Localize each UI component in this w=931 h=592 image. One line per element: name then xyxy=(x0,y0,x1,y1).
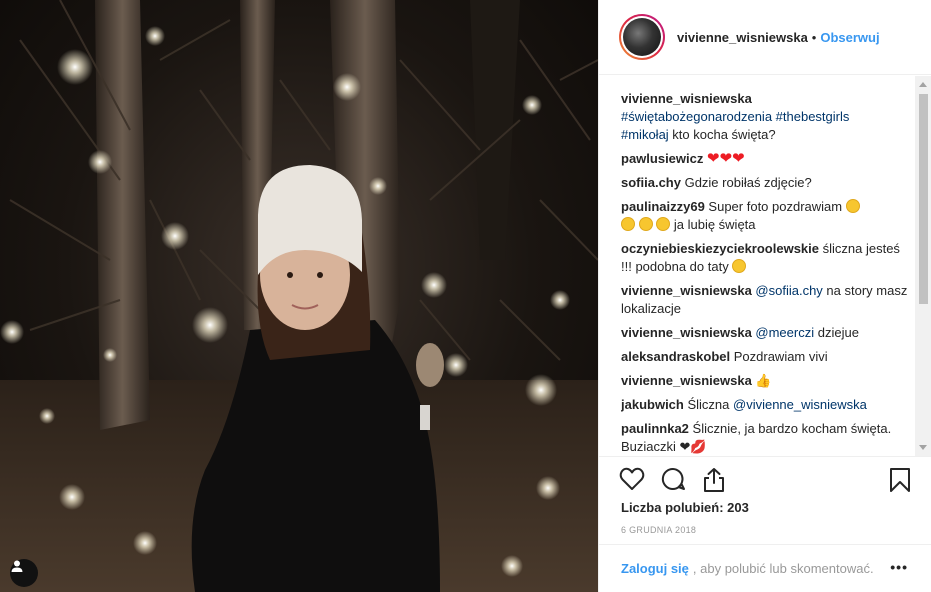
list-item: vivienne_wisniewska 👍 xyxy=(621,372,913,390)
list-item: aleksandraskobel Pozdrawiam vivi xyxy=(621,348,913,366)
bookmark-icon[interactable] xyxy=(889,467,911,493)
story-ring[interactable] xyxy=(619,14,665,60)
comment-text: Super foto pozdrawiam xyxy=(704,199,846,214)
list-item: sofiia.chy Gdzie robiłaś zdjęcie? xyxy=(621,174,913,192)
heart-emoji: ❤❤❤ xyxy=(707,150,745,167)
scroll-up-icon[interactable] xyxy=(919,82,927,87)
comment-text: Gdzie robiłaś zdjęcie? xyxy=(680,175,812,190)
comment-text: Śliczna xyxy=(683,397,733,412)
comment-username[interactable]: pawlusiewicz xyxy=(621,151,703,166)
comment-username[interactable]: vivienne_wisniewska xyxy=(621,373,752,388)
comment-icon[interactable] xyxy=(661,467,687,491)
list-item: paulinaizzy69 Super foto pozdrawiam ja l… xyxy=(621,198,913,234)
avatar xyxy=(623,18,661,56)
comment-text: ja lubię święta xyxy=(670,217,756,232)
comment-mention[interactable]: @vivienne_wisniewska xyxy=(733,397,867,412)
comment-username[interactable]: sofiia.chy xyxy=(621,175,681,190)
comment-username[interactable]: vivienne_wisniewska xyxy=(621,283,752,298)
smile-emoji-icon xyxy=(656,217,671,231)
comments-scrollbar[interactable] xyxy=(915,76,931,456)
comment-username[interactable]: vivienne_wisniewska xyxy=(621,325,752,340)
smile-emoji-icon xyxy=(621,217,635,231)
comment-username[interactable]: aleksandraskobel xyxy=(621,349,730,364)
follow-button[interactable]: Obserwuj xyxy=(820,30,879,45)
comment-username[interactable]: oczyniebieskiezyciekroolewskie xyxy=(621,241,819,256)
caption-hashtag[interactable]: #mikołaj xyxy=(621,127,669,142)
user-tag-button[interactable] xyxy=(10,559,38,587)
header-username[interactable]: vivienne_wisniewska xyxy=(677,30,808,45)
scroll-thumb[interactable] xyxy=(919,94,928,304)
caption-username[interactable]: vivienne_wisniewska xyxy=(621,91,752,106)
comment-mention[interactable]: @sofiia.chy xyxy=(752,283,822,298)
caption-hashtags[interactable]: #świętabożegonarodzenia #thebestgirls xyxy=(621,109,849,124)
post-side-panel: vivienne_wisniewska • Obserwuj vivienne_… xyxy=(598,0,931,592)
header-separator: • xyxy=(811,29,817,45)
list-item: paulinnka2 Ślicznie, ja bardzo kocham św… xyxy=(621,420,913,456)
comment-text: Pozdrawiam vivi xyxy=(730,349,828,364)
instagram-post: vivienne_wisniewska • Obserwuj vivienne_… xyxy=(0,0,931,592)
login-text: , aby polubić lub skomentować. xyxy=(692,561,874,576)
post-header: vivienne_wisniewska • Obserwuj xyxy=(599,0,931,75)
comment-username[interactable]: paulinnka2 xyxy=(621,421,689,436)
caption-text: kto kocha święta? xyxy=(668,127,776,142)
list-item: jakubwich Śliczna @vivienne_wisniewska xyxy=(621,396,913,414)
login-prompt: Zaloguj się , aby polubić lub skomentowa… xyxy=(599,544,931,592)
photo-illustration xyxy=(0,0,598,592)
post-photo[interactable] xyxy=(0,0,598,592)
likes-count[interactable]: Liczba polubień: 203 xyxy=(621,500,749,515)
login-link[interactable]: Zaloguj się xyxy=(621,561,689,576)
comment-username[interactable]: jakubwich xyxy=(621,397,684,412)
caption: vivienne_wisniewska #świętabożegonarodze… xyxy=(621,90,913,144)
comment-text: 👍 xyxy=(751,373,772,388)
scroll-down-icon[interactable] xyxy=(919,445,927,450)
user-tag-icon xyxy=(11,560,23,572)
heart-icon[interactable] xyxy=(619,467,645,491)
comment-text: dziejue xyxy=(814,325,859,340)
wink-emoji-icon xyxy=(732,259,747,273)
share-icon[interactable] xyxy=(701,467,727,493)
more-options-icon[interactable]: ••• xyxy=(890,559,908,575)
comment-mention[interactable]: @meerczi xyxy=(752,325,814,340)
smile-emoji-icon xyxy=(845,199,860,213)
list-item: vivienne_wisniewska @sofiia.chy na story… xyxy=(621,282,913,318)
smile-emoji-icon xyxy=(638,217,653,231)
comment-username[interactable]: paulinaizzy69 xyxy=(621,199,705,214)
list-item: vivienne_wisniewska @meerczi dziejue xyxy=(621,324,913,342)
post-date[interactable]: 6 GRUDNIA 2018 xyxy=(621,525,696,535)
list-item: pawlusiewicz ❤❤❤ xyxy=(621,150,913,168)
list-item: oczyniebieskiezyciekroolewskie śliczna j… xyxy=(621,240,913,276)
action-bar xyxy=(599,456,931,500)
comments-list: vivienne_wisniewska #świętabożegonarodze… xyxy=(621,90,913,456)
